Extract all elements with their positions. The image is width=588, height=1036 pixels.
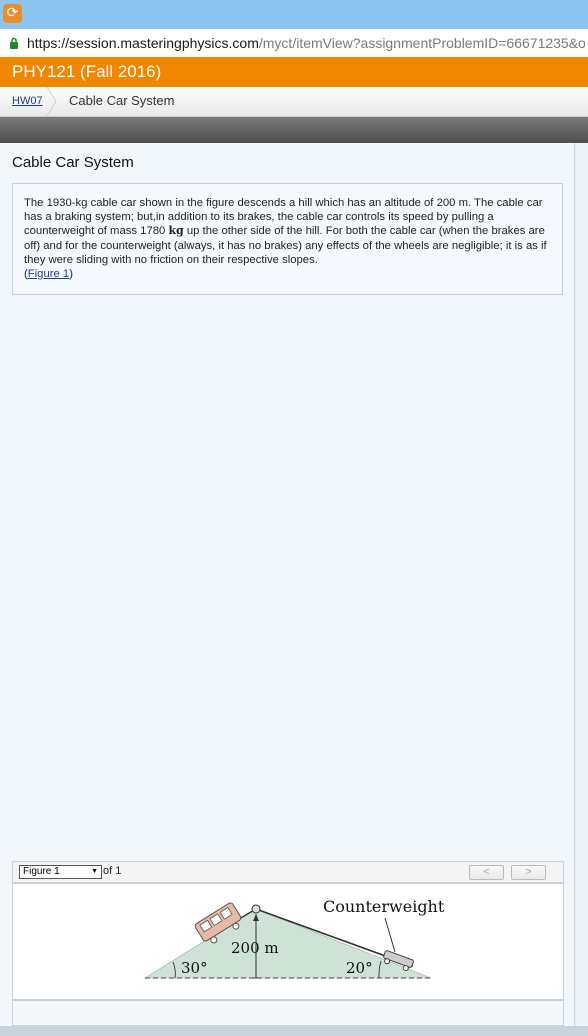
figure-footer [12, 1000, 564, 1026]
figure-count: of 1 [103, 865, 122, 877]
course-header: PHY121 (Fall 2016) [0, 57, 588, 87]
breadcrumb-current: Cable Car System [69, 93, 175, 108]
figure-select[interactable]: Figure 1 ▼ [19, 865, 102, 879]
address-bar[interactable]: https://session.masteringphysics.com/myc… [0, 29, 588, 58]
breadcrumb-link-hw07[interactable]: HW07 [12, 95, 43, 107]
figure-link-paren-close: ) [69, 268, 73, 281]
right-angle-label: 20° [346, 959, 373, 977]
breadcrumb: HW07 Cable Car System [0, 87, 588, 117]
lock-icon [10, 37, 18, 49]
figure-select-value: Figure 1 [23, 866, 60, 877]
status-bar [0, 1026, 588, 1036]
toolbar-divider [0, 117, 588, 143]
url-path: /myct/itemView?assignmentProblemID=66671… [258, 35, 586, 51]
problem-statement: The 1930-kg cable car shown in the figur… [12, 183, 563, 295]
counterweight-label: Counterweight [323, 897, 445, 916]
url-text[interactable]: https://session.masteringphysics.com/myc… [27, 35, 586, 51]
left-angle-label: 30° [181, 959, 208, 977]
previous-figure-button[interactable]: < [469, 865, 504, 880]
pulley-icon [251, 904, 261, 914]
page-title: Cable Car System [12, 154, 134, 171]
cable-car-figure: Counterweight 200 m 30° 20° [143, 897, 445, 979]
scrollbar[interactable] [575, 143, 588, 1026]
figure-panel: Counterweight 200 m 30° 20° [12, 883, 564, 1000]
counterweight-pointer [384, 917, 396, 953]
altitude-label: 200 m [231, 939, 279, 957]
url-host: https://session.masteringphysics.com [27, 35, 259, 51]
breadcrumb-separator-icon [46, 87, 57, 116]
browser-titlebar: ⟳ [0, 0, 588, 29]
figure-link[interactable]: Figure 1 [28, 268, 69, 280]
next-figure-button[interactable]: > [511, 865, 546, 880]
app-refresh-icon[interactable]: ⟳ [3, 4, 22, 23]
mass-unit: kg [168, 224, 184, 238]
course-title: PHY121 (Fall 2016) [12, 62, 162, 81]
figure-toolbar: Figure 1 ▼ of 1 < > [12, 861, 564, 883]
dropdown-arrow-icon: ▼ [91, 868, 98, 875]
